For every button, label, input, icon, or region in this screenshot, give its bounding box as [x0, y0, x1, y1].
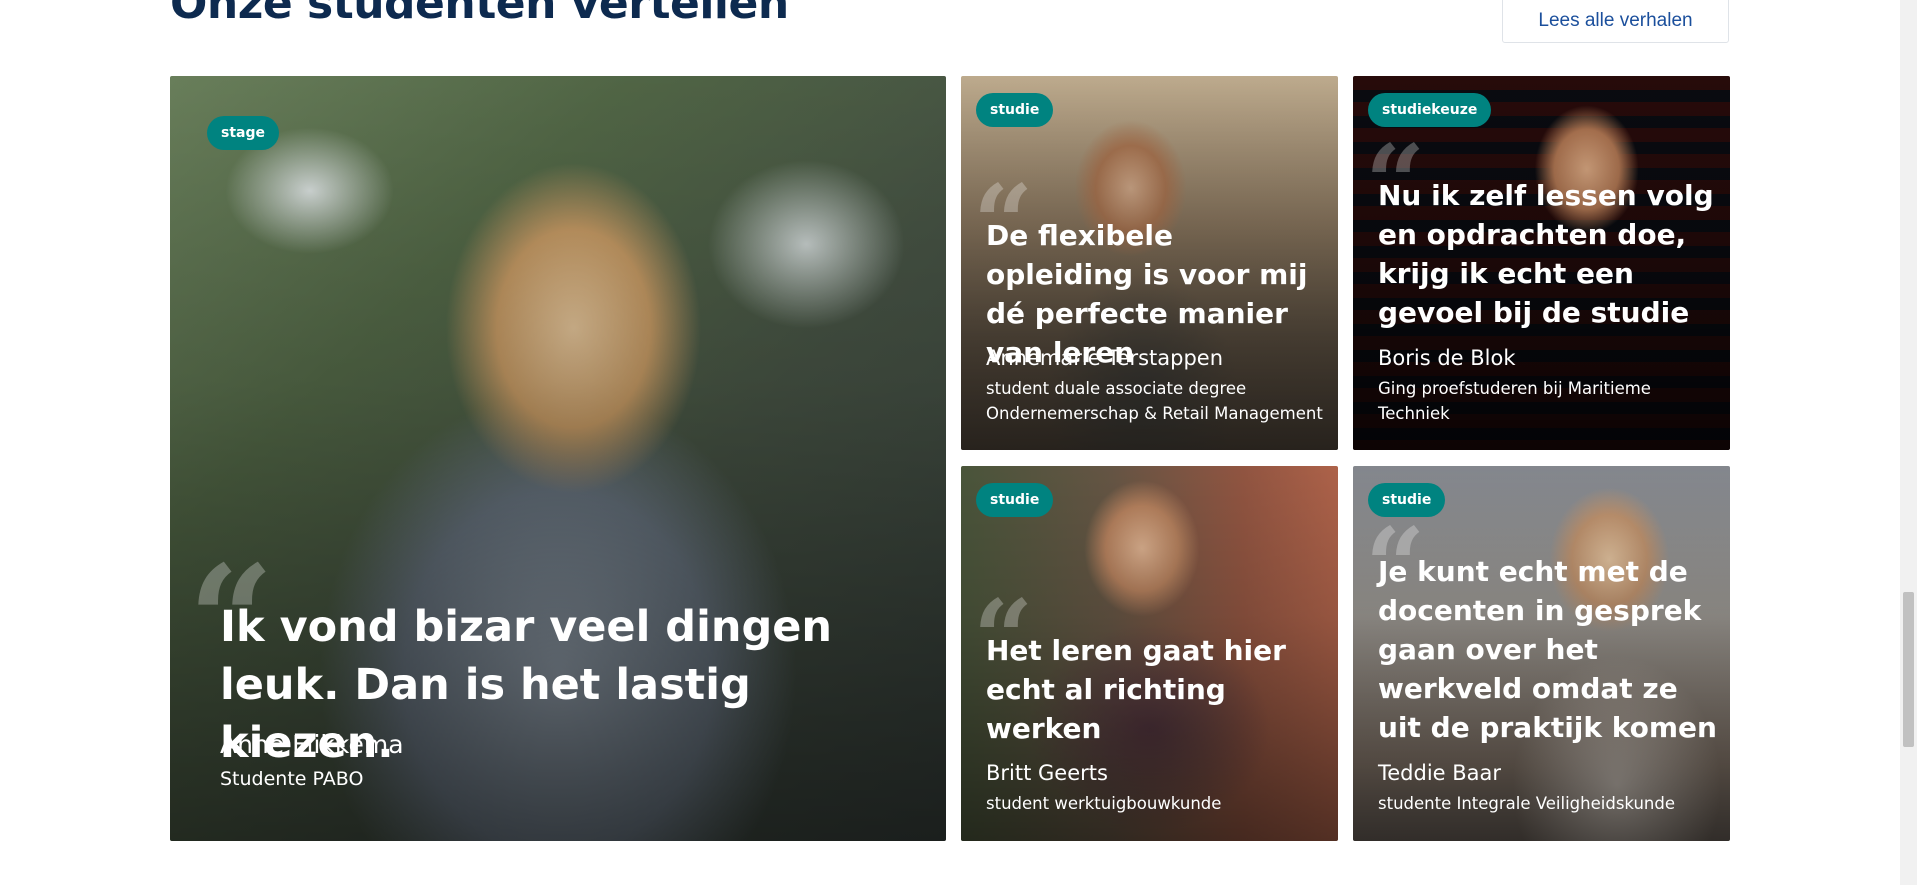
student-name: Anne Flikkema — [220, 730, 404, 759]
story-card-boris-de-blok[interactable]: studiekeuze “ Nu ik zelf lessen volg en … — [1353, 76, 1730, 450]
student-name: Britt Geerts — [986, 761, 1108, 785]
story-quote: Het leren gaat hier echt al richting wer… — [986, 634, 1286, 745]
student-name: Annemarie Terstappen — [986, 346, 1224, 370]
section-title: Onze studenten vertellen — [170, 0, 789, 29]
story-quote: Je kunt echt met de docenten in gesprek … — [1378, 555, 1717, 744]
read-all-stories-button[interactable]: Lees alle verhalen — [1502, 0, 1729, 43]
page-scrollbar[interactable] — [1900, 0, 1917, 885]
story-quote: Nu ik zelf lessen volg en opdrachten doe… — [1378, 179, 1714, 329]
category-tag[interactable]: studie — [976, 93, 1054, 127]
student-name: Boris de Blok — [1378, 346, 1516, 370]
story-card-teddie-baar[interactable]: studie “ Je kunt echt met de docenten in… — [1353, 466, 1730, 841]
category-tag[interactable]: studie — [976, 483, 1054, 517]
category-tag[interactable]: stage — [207, 116, 279, 150]
story-card-anne-flikkema[interactable]: stage “ Ik vond bizar veel dingen leuk. … — [170, 76, 946, 841]
story-card-britt-geerts[interactable]: studie “ Het leren gaat hier echt al ric… — [961, 466, 1338, 841]
student-name: Teddie Baar — [1378, 761, 1502, 785]
student-role: Ging proefstuderen bij Maritieme Technie… — [1378, 379, 1651, 423]
student-role: student werktuigbouwkunde — [986, 794, 1222, 813]
student-role: Studente PABO — [220, 768, 364, 790]
story-card-annemarie-terstappen[interactable]: studie “ De flexibele opleiding is voor … — [961, 76, 1338, 450]
scrollbar-thumb[interactable] — [1903, 592, 1914, 747]
student-role: studente Integrale Veiligheidskunde — [1378, 794, 1675, 813]
student-role: student duale associate degree Onderneme… — [986, 379, 1323, 423]
